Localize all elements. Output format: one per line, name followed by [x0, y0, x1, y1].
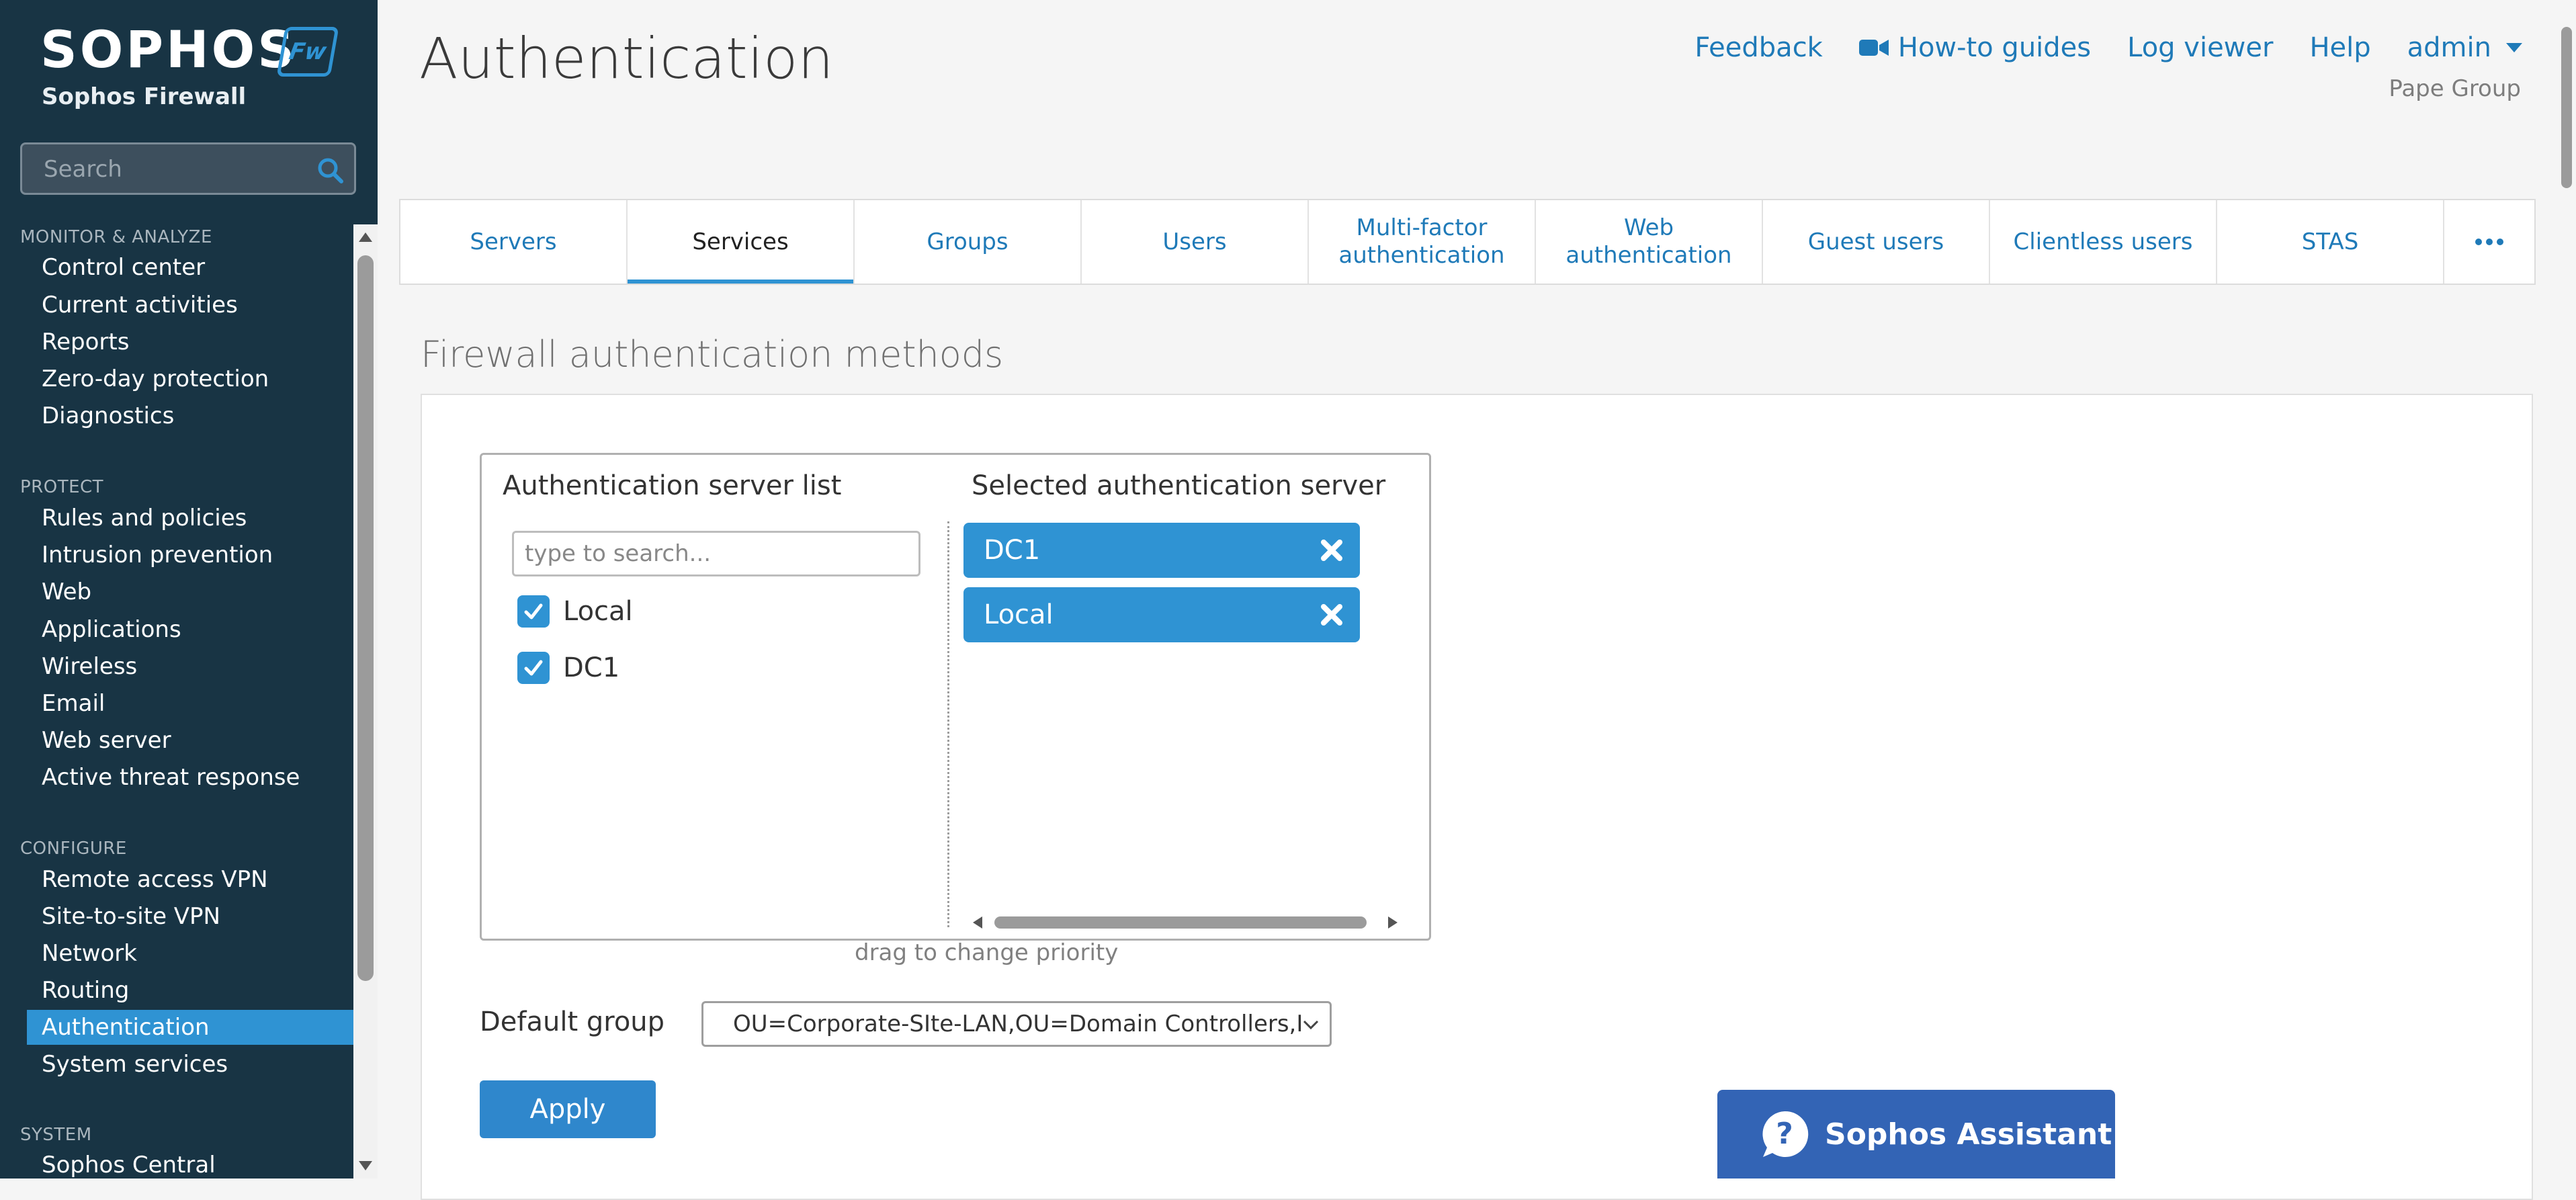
server-option-local[interactable]: Local — [517, 595, 633, 628]
checkbox-checked-icon[interactable] — [517, 595, 550, 628]
server-option-label: DC1 — [563, 652, 620, 683]
column-divider — [947, 521, 949, 927]
sidebar-scrollbar-thumb[interactable] — [357, 255, 374, 981]
server-option-label: Local — [563, 596, 633, 627]
nav-section-protect: PROTECT — [20, 477, 104, 497]
selected-server-local[interactable]: Local — [963, 587, 1360, 642]
sidebar-item-diagnostics[interactable]: Diagnostics — [27, 398, 353, 433]
sidebar-item-routing[interactable]: Routing — [27, 973, 353, 1008]
feedback-link[interactable]: Feedback — [1694, 32, 1823, 63]
sidebar: SOPHOS Fw Sophos Firewall MONITOR & ANAL… — [0, 0, 378, 1178]
main-scrollbar-thumb[interactable] — [2561, 27, 2572, 188]
scroll-up-arrow-icon[interactable] — [359, 232, 372, 242]
more-tabs-button[interactable] — [2444, 200, 2534, 284]
sidebar-search-input[interactable] — [42, 144, 314, 194]
nav-section-system: SYSTEM — [20, 1125, 92, 1145]
selected-server-dc1[interactable]: DC1 — [963, 523, 1360, 578]
page-title: Authentication — [419, 26, 834, 91]
scroll-right-arrow-icon[interactable] — [1388, 916, 1398, 929]
tab-bar: Servers Services Groups Users Multi-fact… — [399, 199, 2536, 285]
assistant-label: Sophos Assistant — [1825, 1117, 2112, 1152]
nav-section-configure: CONFIGURE — [20, 839, 127, 859]
sidebar-item-wireless[interactable]: Wireless — [27, 649, 353, 684]
nav-section-monitor: MONITOR & ANALYZE — [20, 227, 212, 247]
sidebar-item-email[interactable]: Email — [27, 686, 353, 721]
selected-server-heading: Selected authentication server — [972, 470, 1386, 501]
sidebar-item-zero-day-protection[interactable]: Zero-day protection — [27, 361, 353, 396]
tab-servers[interactable]: Servers — [400, 200, 628, 284]
sidebar-item-intrusion-prevention[interactable]: Intrusion prevention — [27, 538, 353, 572]
tab-services[interactable]: Services — [628, 200, 855, 284]
more-dots-icon — [2475, 239, 2503, 245]
firewall-badge-icon: Fw — [276, 27, 339, 77]
tab-users[interactable]: Users — [1082, 200, 1309, 284]
product-name: Sophos Firewall — [42, 83, 247, 110]
video-camera-icon — [1858, 40, 1889, 56]
remove-icon[interactable] — [1318, 537, 1345, 564]
sidebar-item-authentication[interactable]: Authentication — [27, 1010, 353, 1045]
sidebar-item-sophos-central[interactable]: Sophos Central — [27, 1148, 353, 1178]
server-list-heading: Authentication server list — [503, 470, 842, 501]
tab-groups[interactable]: Groups — [855, 200, 1082, 284]
log-viewer-link[interactable]: Log viewer — [2127, 32, 2273, 63]
tab-clientless-users[interactable]: Clientless users — [1990, 200, 2217, 284]
selected-server-label: Local — [984, 599, 1054, 630]
tab-stas[interactable]: STAS — [2217, 200, 2444, 284]
sidebar-item-control-center[interactable]: Control center — [27, 250, 353, 285]
sidebar-item-web[interactable]: Web — [27, 574, 353, 609]
apply-button[interactable]: Apply — [480, 1080, 656, 1138]
drag-hint: drag to change priority — [855, 939, 1119, 966]
server-option-dc1[interactable]: DC1 — [517, 652, 619, 684]
sidebar-item-site-to-site-vpn[interactable]: Site-to-site VPN — [27, 899, 353, 934]
sidebar-item-remote-access-vpn[interactable]: Remote access VPN — [27, 862, 353, 897]
server-list-search-input[interactable] — [512, 531, 920, 576]
hscrollbar-thumb[interactable] — [994, 916, 1367, 929]
section-title: Firewall authentication methods — [421, 333, 1004, 376]
tab-multi-factor-authentication[interactable]: Multi-factor authentication — [1309, 200, 1536, 284]
search-icon[interactable] — [316, 157, 343, 183]
sidebar-item-system-services[interactable]: System services — [27, 1047, 353, 1082]
howto-guides-link[interactable]: How-to guides — [1858, 32, 2092, 63]
main-scrollbar[interactable] — [2557, 0, 2576, 1178]
selected-list-hscrollbar[interactable] — [970, 914, 1400, 931]
admin-menu[interactable]: admin — [2407, 32, 2522, 63]
sidebar-item-rules-and-policies[interactable]: Rules and policies — [27, 501, 353, 535]
remove-icon[interactable] — [1318, 601, 1345, 628]
tab-web-authentication[interactable]: Web authentication — [1536, 200, 1763, 284]
svg-text:?: ? — [1776, 1117, 1793, 1151]
scroll-left-arrow-icon[interactable] — [973, 916, 982, 929]
scroll-down-arrow-icon[interactable] — [359, 1161, 372, 1170]
sidebar-item-current-activities[interactable]: Current activities — [27, 288, 353, 323]
sidebar-item-network[interactable]: Network — [27, 936, 353, 971]
sidebar-item-active-threat-response[interactable]: Active threat response — [27, 760, 353, 795]
sidebar-scrollbar[interactable] — [353, 224, 378, 1178]
help-link[interactable]: Help — [2309, 32, 2370, 63]
admin-label: admin — [2407, 32, 2491, 63]
sidebar-item-applications[interactable]: Applications — [27, 612, 353, 647]
sophos-logo: SOPHOS — [40, 19, 297, 79]
sidebar-search — [20, 142, 356, 195]
top-links: Feedback How-to guides Log viewer Help a… — [1694, 32, 2522, 63]
checkbox-checked-icon[interactable] — [517, 652, 550, 684]
chevron-down-icon — [1303, 1020, 1319, 1030]
help-chat-icon: ? — [1762, 1111, 1809, 1157]
default-group-value: OU=Corporate-SIte-LAN,OU=Domain Controll… — [733, 1011, 1303, 1037]
organization-name: Pape Group — [2389, 75, 2521, 102]
selected-server-label: DC1 — [984, 535, 1041, 566]
sophos-assistant-button[interactable]: ? Sophos Assistant — [1717, 1090, 2115, 1178]
tab-guest-users[interactable]: Guest users — [1763, 200, 1990, 284]
default-group-label: Default group — [480, 1006, 665, 1037]
sidebar-item-web-server[interactable]: Web server — [27, 723, 353, 758]
default-group-select[interactable]: OU=Corporate-SIte-LAN,OU=Domain Controll… — [701, 1001, 1332, 1047]
sidebar-item-reports[interactable]: Reports — [27, 325, 353, 359]
howto-guides-label: How-to guides — [1897, 32, 2092, 63]
caret-down-icon — [2506, 43, 2522, 52]
